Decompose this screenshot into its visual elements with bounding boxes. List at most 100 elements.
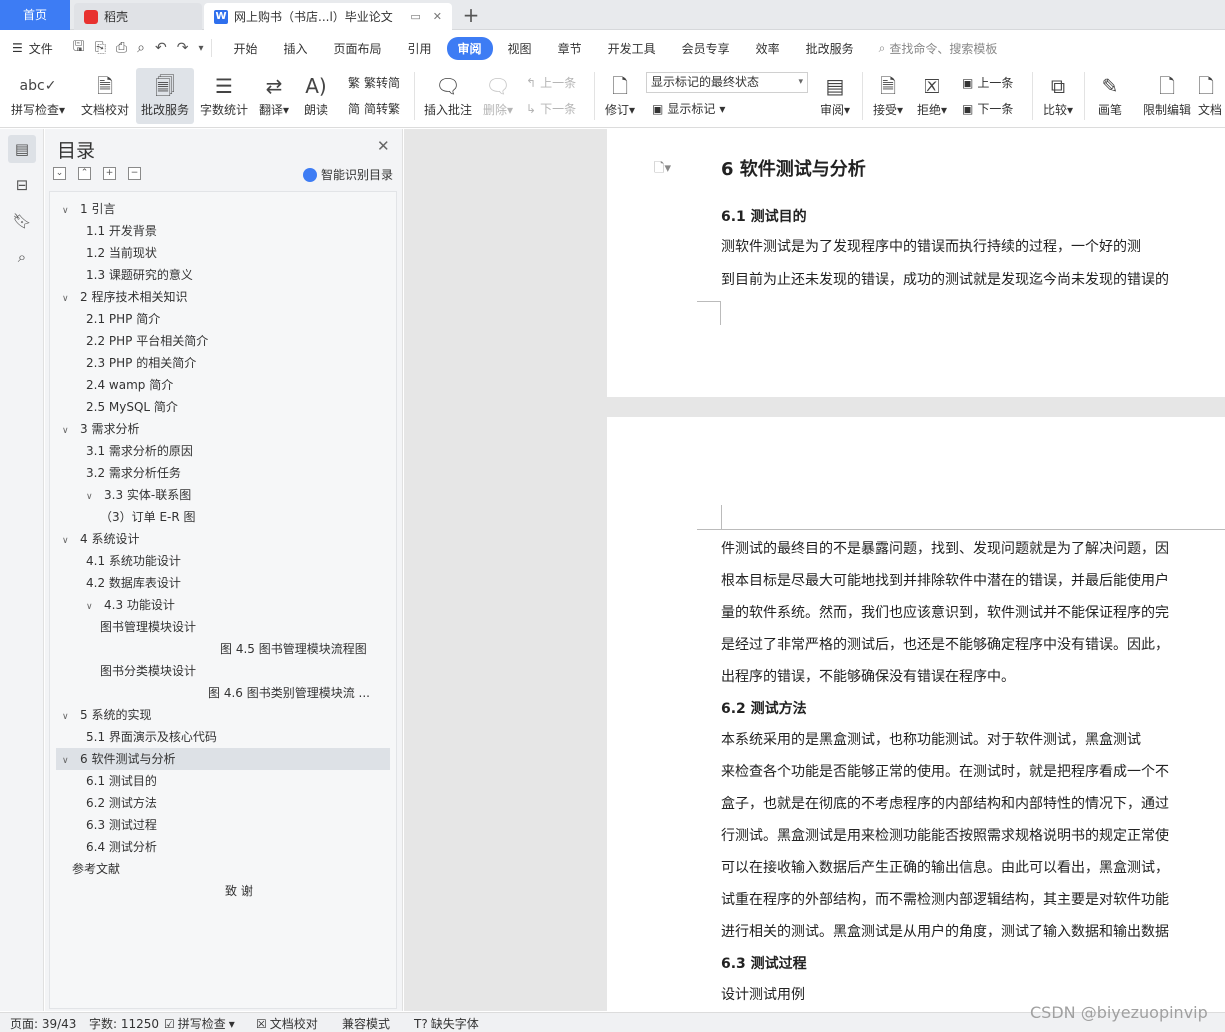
export-icon[interactable]: ⎘ [95, 40, 106, 56]
simp-to-trad-button[interactable]: 简 简转繁 [348, 100, 400, 117]
toc-entry[interactable]: 1.2 当前现状 [86, 242, 157, 264]
minus-icon[interactable]: − [128, 167, 141, 180]
smart-toc-button[interactable]: 智能识别目录 [303, 166, 393, 183]
toc-entry[interactable]: 3.1 需求分析的原因 [86, 440, 193, 462]
toc-entry[interactable]: 2.4 wamp 简介 [86, 374, 173, 396]
expand-up-icon[interactable]: ⌃ [78, 167, 91, 180]
toc-entry[interactable]: ∨ 6 软件测试与分析 [56, 748, 390, 770]
doc-proofread-button[interactable]: 🗎 文档校对 [76, 68, 134, 124]
toc-entry[interactable]: 图 4.6 图书类别管理模块流 ... [208, 682, 370, 704]
toc-entry[interactable]: 2.2 PHP 平台相关简介 [86, 330, 208, 352]
toc-entry[interactable]: ∨ 5 系统的实现 [62, 704, 151, 726]
toc-entry[interactable]: 4.2 数据库表设计 [86, 572, 181, 594]
menu-developer[interactable]: 开发工具 [597, 37, 667, 60]
menu-view[interactable]: 视图 [497, 37, 543, 60]
trad-to-simp-button[interactable]: 繁 繁转简 [348, 74, 400, 91]
toc-entry[interactable]: ∨ 3 需求分析 [62, 418, 139, 440]
revise-service-button[interactable]: 🗐 批改服务 [136, 68, 194, 124]
command-search[interactable]: ⌕ 查找命令、搜索模板 [879, 40, 998, 57]
menu-efficiency[interactable]: 效率 [745, 37, 791, 60]
customize-chevron-icon[interactable]: ▾ [198, 43, 203, 54]
file-menu[interactable]: ☰ 文件 [0, 40, 65, 57]
toc-entry[interactable]: 2.5 MySQL 简介 [86, 396, 178, 418]
close-icon[interactable]: ✕ [377, 137, 390, 155]
print-icon[interactable]: ⎙ [116, 40, 127, 56]
toc-entry[interactable]: 6.2 测试方法 [86, 792, 157, 814]
document-permission-button[interactable]: 🗋 文档 [1198, 68, 1225, 124]
next-comment-button[interactable]: ↳ 下一条 [526, 100, 576, 117]
chevron-down-icon[interactable]: ∨ [62, 750, 74, 772]
compare-button[interactable]: ⧉ 比较▾ [1038, 68, 1078, 124]
toc-entry[interactable]: 3.2 需求分析任务 [86, 462, 181, 484]
tab-document[interactable]: W 网上购书（书店...l）毕业论文 ▭ ✕ [204, 3, 452, 30]
toc-entry[interactable]: 4.1 系统功能设计 [86, 550, 181, 572]
chapter-nav-icon[interactable]: ⊟ [8, 171, 36, 199]
menu-member[interactable]: 会员专享 [671, 37, 741, 60]
toc-entry[interactable]: 图书管理模块设计 [100, 616, 196, 638]
review-pane-button[interactable]: ▤ 审阅▾ [814, 68, 856, 124]
menu-chapter[interactable]: 章节 [547, 37, 593, 60]
toc-entry[interactable]: ∨ 2 程序技术相关知识 [62, 286, 187, 308]
chevron-down-icon[interactable]: ∨ [62, 420, 74, 442]
menu-review[interactable]: 审阅 [446, 36, 493, 60]
page-indicator[interactable]: 页面: 39/43 [10, 1015, 76, 1032]
collapse-all-icon[interactable]: ⌄ [53, 167, 66, 180]
toc-entry[interactable]: 6.4 测试分析 [86, 836, 157, 858]
toc-entry[interactable]: ∨ 4 系统设计 [62, 528, 139, 550]
toc-entry[interactable]: 图 4.5 图书管理模块流程图 [220, 638, 367, 660]
toc-entry[interactable]: 致 谢 [225, 880, 253, 902]
print-preview-icon[interactable]: ⌕ [137, 40, 145, 56]
read-aloud-button[interactable]: A) 朗读 [296, 68, 336, 124]
status-spell-check[interactable]: ☑ 拼写检查 ▾ [164, 1015, 235, 1032]
tab-monitor-icon[interactable]: ▭ [410, 10, 420, 23]
menu-revise-service[interactable]: 批改服务 [795, 37, 865, 60]
new-tab-button[interactable]: + [458, 3, 484, 29]
spell-check-button[interactable]: abc✓ 拼写检查▾ [6, 68, 70, 124]
bookmark-icon[interactable]: 🔖︎ [8, 207, 36, 235]
undo-icon[interactable]: ↶ [155, 40, 167, 56]
toc-entry[interactable]: 5.1 界面演示及核心代码 [86, 726, 217, 748]
toc-entry[interactable]: ∨ 3.3 实体-联系图 [86, 484, 191, 506]
chevron-down-icon[interactable]: ∨ [62, 200, 74, 222]
track-changes-button[interactable]: 🗋 修订▾ [600, 68, 640, 124]
toc-entry[interactable]: 参考文献 [72, 858, 120, 880]
chevron-down-icon[interactable]: ∨ [86, 486, 98, 508]
chevron-down-icon[interactable]: ∨ [86, 596, 98, 618]
toc-entry[interactable]: 6.3 测试过程 [86, 814, 157, 836]
toc-entry[interactable]: 2.1 PHP 简介 [86, 308, 160, 330]
tab-close-icon[interactable]: ✕ [433, 10, 442, 23]
toc-entry[interactable]: 图书分类模块设计 [100, 660, 196, 682]
delete-comment-button[interactable]: 🗨 删除▾ [478, 68, 518, 124]
toc-pane-icon[interactable]: ▤ [8, 135, 36, 163]
menu-start[interactable]: 开始 [222, 37, 268, 60]
menu-references[interactable]: 引用 [397, 37, 443, 60]
menu-page-layout[interactable]: 页面布局 [323, 37, 393, 60]
translate-button[interactable]: ⇄ 翻译▾ [254, 68, 294, 124]
restrict-editing-button[interactable]: 🗋 限制编辑 [1138, 68, 1196, 124]
chevron-down-icon[interactable]: ∨ [62, 706, 74, 728]
tab-daoke[interactable]: 稻壳 [74, 3, 202, 30]
toc-entry[interactable]: （3）订单 E-R 图 [100, 506, 196, 528]
plus-icon[interactable]: + [103, 167, 116, 180]
missing-font-indicator[interactable]: T? 缺失字体 [414, 1015, 479, 1032]
insert-comment-button[interactable]: 🗨 插入批注 [420, 68, 476, 124]
status-proofread[interactable]: ☒ 文档校对 [256, 1015, 318, 1032]
toc-entry[interactable]: 2.3 PHP 的相关简介 [86, 352, 196, 374]
reject-button[interactable]: 🗵 拒绝▾ [912, 68, 952, 124]
page-options-icon[interactable]: 🗋▾ [654, 159, 671, 181]
toc-entry[interactable]: ∨ 1 引言 [62, 198, 115, 220]
toc-entry[interactable]: 1.3 课题研究的意义 [86, 264, 193, 286]
next-change-button[interactable]: ▣ 下一条 [962, 100, 1013, 117]
show-markup-button[interactable]: ▣ 显示标记 ▾ [652, 100, 725, 117]
markup-mode-select[interactable]: 显示标记的最终状态 ▾ [646, 72, 808, 93]
chevron-down-icon[interactable]: ∨ [62, 530, 74, 552]
search-icon[interactable]: ⌕ [8, 243, 36, 271]
toc-entry[interactable]: 6.1 测试目的 [86, 770, 157, 792]
redo-icon[interactable]: ↷ [177, 40, 189, 56]
toc-entry[interactable]: 1.1 开发背景 [86, 220, 157, 242]
word-count-indicator[interactable]: 字数: 11250 [89, 1015, 159, 1032]
prev-comment-button[interactable]: ↰ 上一条 [526, 74, 576, 91]
pen-button[interactable]: ✎ 画笔 [1090, 68, 1130, 124]
menu-insert[interactable]: 插入 [272, 37, 318, 60]
prev-change-button[interactable]: ▣ 上一条 [962, 74, 1013, 91]
